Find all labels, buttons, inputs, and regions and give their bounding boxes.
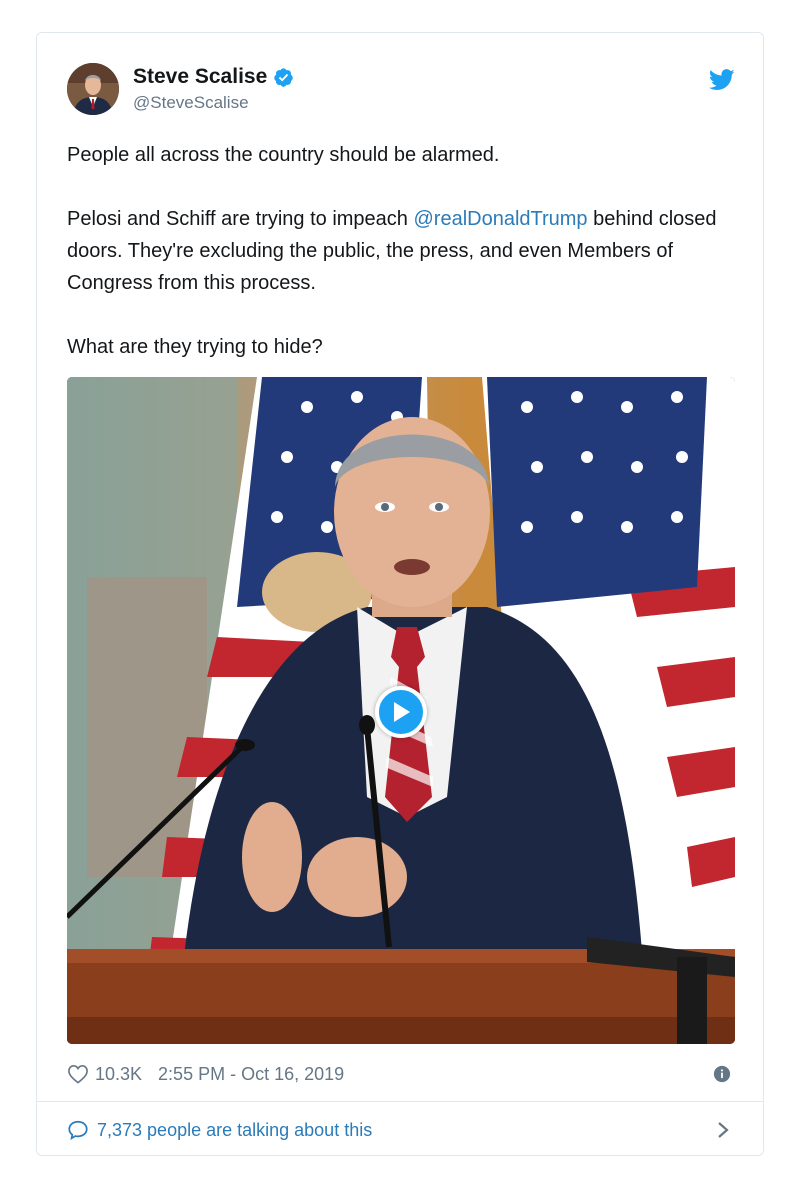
tweet-paragraph-3: What are they trying to hide?	[67, 336, 323, 358]
info-icon[interactable]	[713, 1065, 731, 1083]
play-icon	[394, 702, 410, 722]
chevron-right-icon	[718, 1122, 729, 1138]
tweet-text: People all across the country should be …	[67, 139, 735, 363]
verified-badge-icon	[274, 67, 293, 87]
author-info: Steve Scalise @SteveScalise	[133, 65, 294, 113]
tweet-meta-row: 10.3K 2:55 PM - Oct 16, 2019	[67, 1059, 735, 1089]
author-name-row[interactable]: Steve Scalise	[133, 65, 294, 89]
divider	[37, 1101, 763, 1102]
avatar[interactable]	[67, 63, 119, 115]
video-thumbnail[interactable]	[67, 377, 735, 1044]
mention-link[interactable]: @realDonaldTrump	[413, 208, 587, 230]
tweet-paragraph-1: People all across the country should be …	[67, 144, 500, 166]
play-button[interactable]	[375, 686, 427, 738]
author-display-name[interactable]: Steve Scalise	[133, 65, 267, 89]
author-handle[interactable]: @SteveScalise	[133, 93, 294, 113]
speech-bubble-icon	[68, 1120, 88, 1140]
like-button[interactable]: 10.3K	[67, 1064, 142, 1085]
tweet-header: Steve Scalise @SteveScalise	[67, 63, 735, 119]
conversation-link[interactable]: 7,373 people are talking about this	[67, 1113, 735, 1147]
heart-icon	[68, 1064, 88, 1084]
avatar-image	[67, 63, 119, 115]
embedded-tweet-card: Steve Scalise @SteveScalise People all a…	[36, 32, 764, 1156]
talking-count-text: 7,373 people are talking about this	[97, 1119, 373, 1140]
tweet-paragraph-2-start: Pelosi and Schiff are trying to impeach	[67, 208, 414, 230]
twitter-bird-icon[interactable]	[709, 69, 735, 91]
tweet-paragraph-2: Pelosi and Schiff are trying to impeach …	[67, 203, 735, 299]
tweet-timestamp[interactable]: 2:55 PM - Oct 16, 2019	[158, 1064, 344, 1085]
like-count: 10.3K	[95, 1063, 143, 1084]
talking-about[interactable]: 7,373 people are talking about this	[67, 1119, 372, 1141]
